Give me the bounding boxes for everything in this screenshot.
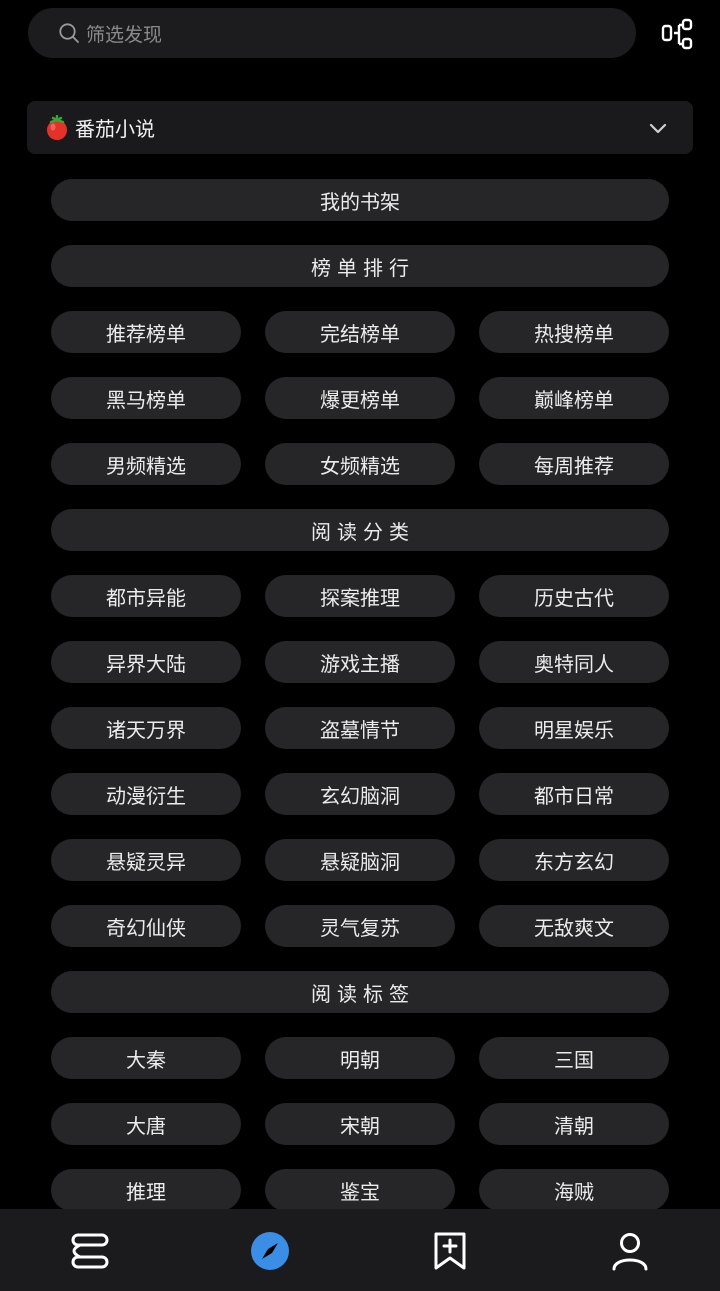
category-pill[interactable]: 大秦 — [51, 1037, 241, 1079]
discover-page: 筛选发现 番茄小说 我的书架 榜单排行 推荐榜单 完结榜单 热搜榜单 黑马榜单 爆更榜单 巅峰… — [0, 0, 720, 1291]
pill-row: 诸天万界 盗墓情节 明星娱乐 — [51, 707, 669, 749]
section-header-2[interactable]: 阅读分类 — [51, 509, 669, 551]
category-pill[interactable]: 动漫衍生 — [51, 773, 241, 815]
category-pill[interactable]: 诸天万界 — [51, 707, 241, 749]
category-pill[interactable]: 男频精选 — [51, 443, 241, 485]
category-pill[interactable]: 鉴宝 — [265, 1169, 455, 1211]
category-pill[interactable]: 玄幻脑洞 — [265, 773, 455, 815]
category-pill[interactable]: 巅峰榜单 — [479, 377, 669, 419]
section-header-row: 阅读分类 — [51, 509, 669, 551]
pill-row: 动漫衍生 玄幻脑洞 都市日常 — [51, 773, 669, 815]
section-header-row: 阅读标签 — [51, 971, 669, 1013]
category-pill[interactable]: 灵气复苏 — [265, 905, 455, 947]
nav-bookmark[interactable] — [430, 1231, 470, 1271]
category-pill[interactable]: 奇幻仙侠 — [51, 905, 241, 947]
section-header-0[interactable]: 我的书架 — [51, 179, 669, 221]
pill-row: 男频精选 女频精选 每周推荐 — [51, 443, 669, 485]
category-pill[interactable]: 悬疑灵异 — [51, 839, 241, 881]
pill-row: 悬疑灵异 悬疑脑洞 东方玄幻 — [51, 839, 669, 881]
pill-row: 异界大陆 游戏主播 奥特同人 — [51, 641, 669, 683]
category-pill[interactable]: 大唐 — [51, 1103, 241, 1145]
bookshelf-icon — [71, 1233, 109, 1269]
category-pill[interactable]: 东方玄幻 — [479, 839, 669, 881]
category-pill[interactable]: 探案推理 — [265, 575, 455, 617]
chevron-down-icon — [649, 123, 667, 134]
pill-row: 大秦 明朝 三国 — [51, 1037, 669, 1079]
category-pill[interactable]: 热搜榜单 — [479, 311, 669, 353]
category-pill[interactable]: 无敌爽文 — [479, 905, 669, 947]
search-icon — [59, 23, 79, 43]
pill-row: 黑马榜单 爆更榜单 巅峰榜单 — [51, 377, 669, 419]
layout-icon — [661, 18, 693, 50]
search-bar[interactable]: 筛选发现 — [28, 8, 636, 58]
section-header-row: 我的书架 — [51, 179, 669, 221]
source-label: 番茄小说 — [75, 117, 155, 141]
category-pill[interactable]: 历史古代 — [479, 575, 669, 617]
nav-bookshelf[interactable] — [70, 1231, 110, 1271]
category-pill[interactable]: 黑马榜单 — [51, 377, 241, 419]
layout-button[interactable] — [658, 14, 698, 54]
category-pill[interactable]: 三国 — [479, 1037, 669, 1079]
nav-profile[interactable] — [610, 1231, 650, 1271]
category-pill[interactable]: 推理 — [51, 1169, 241, 1211]
category-pill[interactable]: 清朝 — [479, 1103, 669, 1145]
nav-discover[interactable] — [250, 1231, 290, 1271]
pill-row: 奇幻仙侠 灵气复苏 无敌爽文 — [51, 905, 669, 947]
category-pill[interactable]: 爆更榜单 — [265, 377, 455, 419]
category-pill[interactable]: 完结榜单 — [265, 311, 455, 353]
section-header-row: 榜单排行 — [51, 245, 669, 287]
pill-row: 推理 鉴宝 海贼 — [51, 1169, 669, 1211]
category-pill[interactable]: 都市异能 — [51, 575, 241, 617]
category-pill[interactable]: 盗墓情节 — [265, 707, 455, 749]
pill-row: 推荐榜单 完结榜单 热搜榜单 — [51, 311, 669, 353]
compass-icon — [251, 1232, 289, 1270]
category-pill[interactable]: 宋朝 — [265, 1103, 455, 1145]
bookmark-add-icon — [434, 1232, 466, 1270]
search-input[interactable]: 筛选发现 — [86, 20, 162, 47]
category-pill[interactable]: 异界大陆 — [51, 641, 241, 683]
pill-row: 都市异能 探案推理 历史古代 — [51, 575, 669, 617]
category-pill[interactable]: 每周推荐 — [479, 443, 669, 485]
category-list: 我的书架 榜单排行 推荐榜单 完结榜单 热搜榜单 黑马榜单 爆更榜单 巅峰榜单 男频精选 女频精选… — [51, 179, 669, 1235]
profile-icon — [612, 1233, 648, 1271]
category-pill[interactable]: 悬疑脑洞 — [265, 839, 455, 881]
category-pill[interactable]: 女频精选 — [265, 443, 455, 485]
category-pill[interactable]: 明朝 — [265, 1037, 455, 1079]
source-selector[interactable]: 番茄小说 — [27, 101, 693, 154]
pill-row: 大唐 宋朝 清朝 — [51, 1103, 669, 1145]
section-header-3[interactable]: 阅读标签 — [51, 971, 669, 1013]
category-pill[interactable]: 海贼 — [479, 1169, 669, 1211]
category-pill[interactable]: 明星娱乐 — [479, 707, 669, 749]
tomato-icon — [47, 114, 67, 140]
category-pill[interactable]: 奥特同人 — [479, 641, 669, 683]
category-pill[interactable]: 推荐榜单 — [51, 311, 241, 353]
bottom-nav — [0, 1209, 720, 1291]
category-pill[interactable]: 游戏主播 — [265, 641, 455, 683]
category-pill[interactable]: 都市日常 — [479, 773, 669, 815]
section-header-1[interactable]: 榜单排行 — [51, 245, 669, 287]
